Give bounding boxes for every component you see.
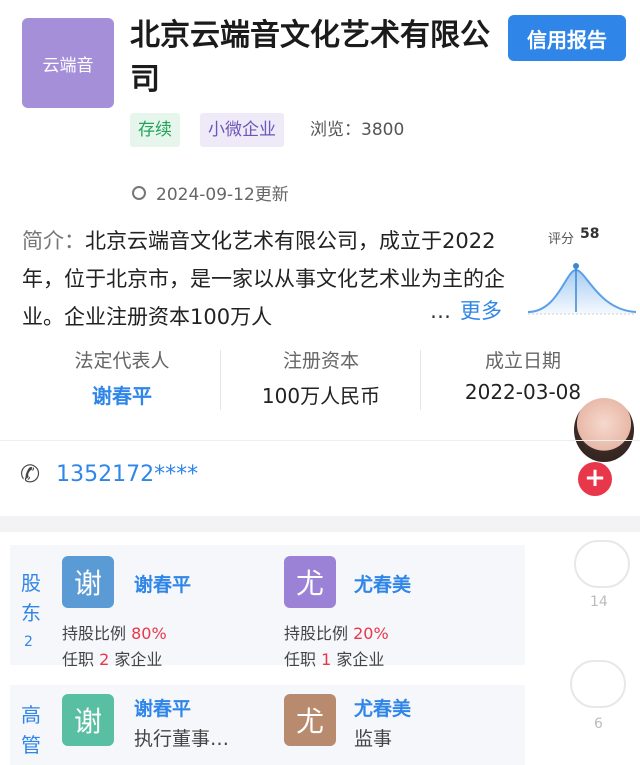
clock-icon [132,185,146,200]
views-count: 3800 [361,120,405,140]
divider [0,440,640,441]
shareholder-card[interactable]: 尤 尤春美 持股比例 20% 任职 1 家企业 [284,548,484,669]
ratio-label: 持股比例 [284,624,349,643]
shareholder-jobs: 任职 2 家企业 [62,646,162,670]
jobs-prefix: 任职 [284,650,317,669]
ratio-value: 20% [353,624,389,643]
intro-ellipsis: … [430,299,451,323]
phone-icon: ✆ [20,460,41,488]
phone-number[interactable]: 1352172**** [56,462,198,487]
jobs-suffix: 家企业 [336,650,385,669]
shareholder-name[interactable]: 尤春美 [354,570,411,597]
legal-rep-label: 法定代表人 [74,350,170,372]
founded-label: 成立日期 [484,350,561,372]
shareholders-count: 2 [24,634,33,650]
views-counter: 浏览：3800 [310,113,404,147]
executive-avatar: 谢 [62,694,114,746]
score-value: 58 [580,226,600,242]
reg-capital-value: 100万人民币 [261,384,381,408]
executive-name[interactable]: 尤春美 [354,694,411,721]
intro-more-link[interactable]: 更多 [460,296,502,326]
like-count: 14 [590,594,608,610]
divider [220,350,221,410]
company-logo: 云端音 [22,18,114,108]
shareholders-label[interactable]: 股东 [18,568,44,628]
update-text: 2024-09-12更新 [156,185,289,205]
executives-label[interactable]: 高管 [18,700,44,760]
assistant-avatar[interactable] [574,398,634,462]
score-label: 评分 [548,232,575,247]
size-badge: 小微企业 [200,113,284,147]
founded-value: 2022-03-08 [464,380,582,404]
shareholder-avatar: 谢 [62,556,114,608]
divider [420,350,421,410]
jobs-count: 2 [99,650,110,669]
shareholder-name[interactable]: 谢春平 [134,570,191,597]
shareholder-jobs: 任职 1 家企业 [284,646,384,670]
update-time: 2024-09-12更新 [132,180,289,205]
jobs-suffix: 家企业 [114,650,163,669]
company-name: 北京云端音文化艺术有限公司 [130,18,490,97]
phone-row[interactable]: ✆ 1352172**** [20,460,198,488]
comment-icon[interactable] [570,660,626,708]
status-badge: 存续 [130,113,180,147]
executive-role: 执行董事… [134,728,230,750]
reg-capital-label: 注册资本 [282,350,359,372]
score-distribution-chart[interactable] [528,252,636,322]
shareholder-avatar: 尤 [284,556,336,608]
jobs-prefix: 任职 [62,650,95,669]
executive-role: 监事 [354,728,393,750]
ratio-label: 持股比例 [62,624,127,643]
intro-label: 简介： [22,229,85,253]
shareholder-ratio: 持股比例 20% [284,620,389,644]
credit-report-button[interactable]: 信用报告 [508,15,626,61]
heart-icon[interactable] [574,540,630,588]
jobs-count: 1 [321,650,332,669]
shareholder-ratio: 持股比例 80% [62,620,167,644]
views-label: 浏览： [310,120,361,140]
executive-name[interactable]: 谢春平 [134,694,191,721]
legal-rep-link[interactable]: 谢春平 [60,380,184,409]
comment-count: 6 [594,716,603,732]
shareholder-card[interactable]: 谢 谢春平 持股比例 80% 任职 2 家企业 [62,548,262,669]
ratio-value: 80% [131,624,167,643]
section-separator [0,516,640,532]
add-button[interactable]: + [578,462,612,496]
executive-avatar: 尤 [284,694,336,746]
